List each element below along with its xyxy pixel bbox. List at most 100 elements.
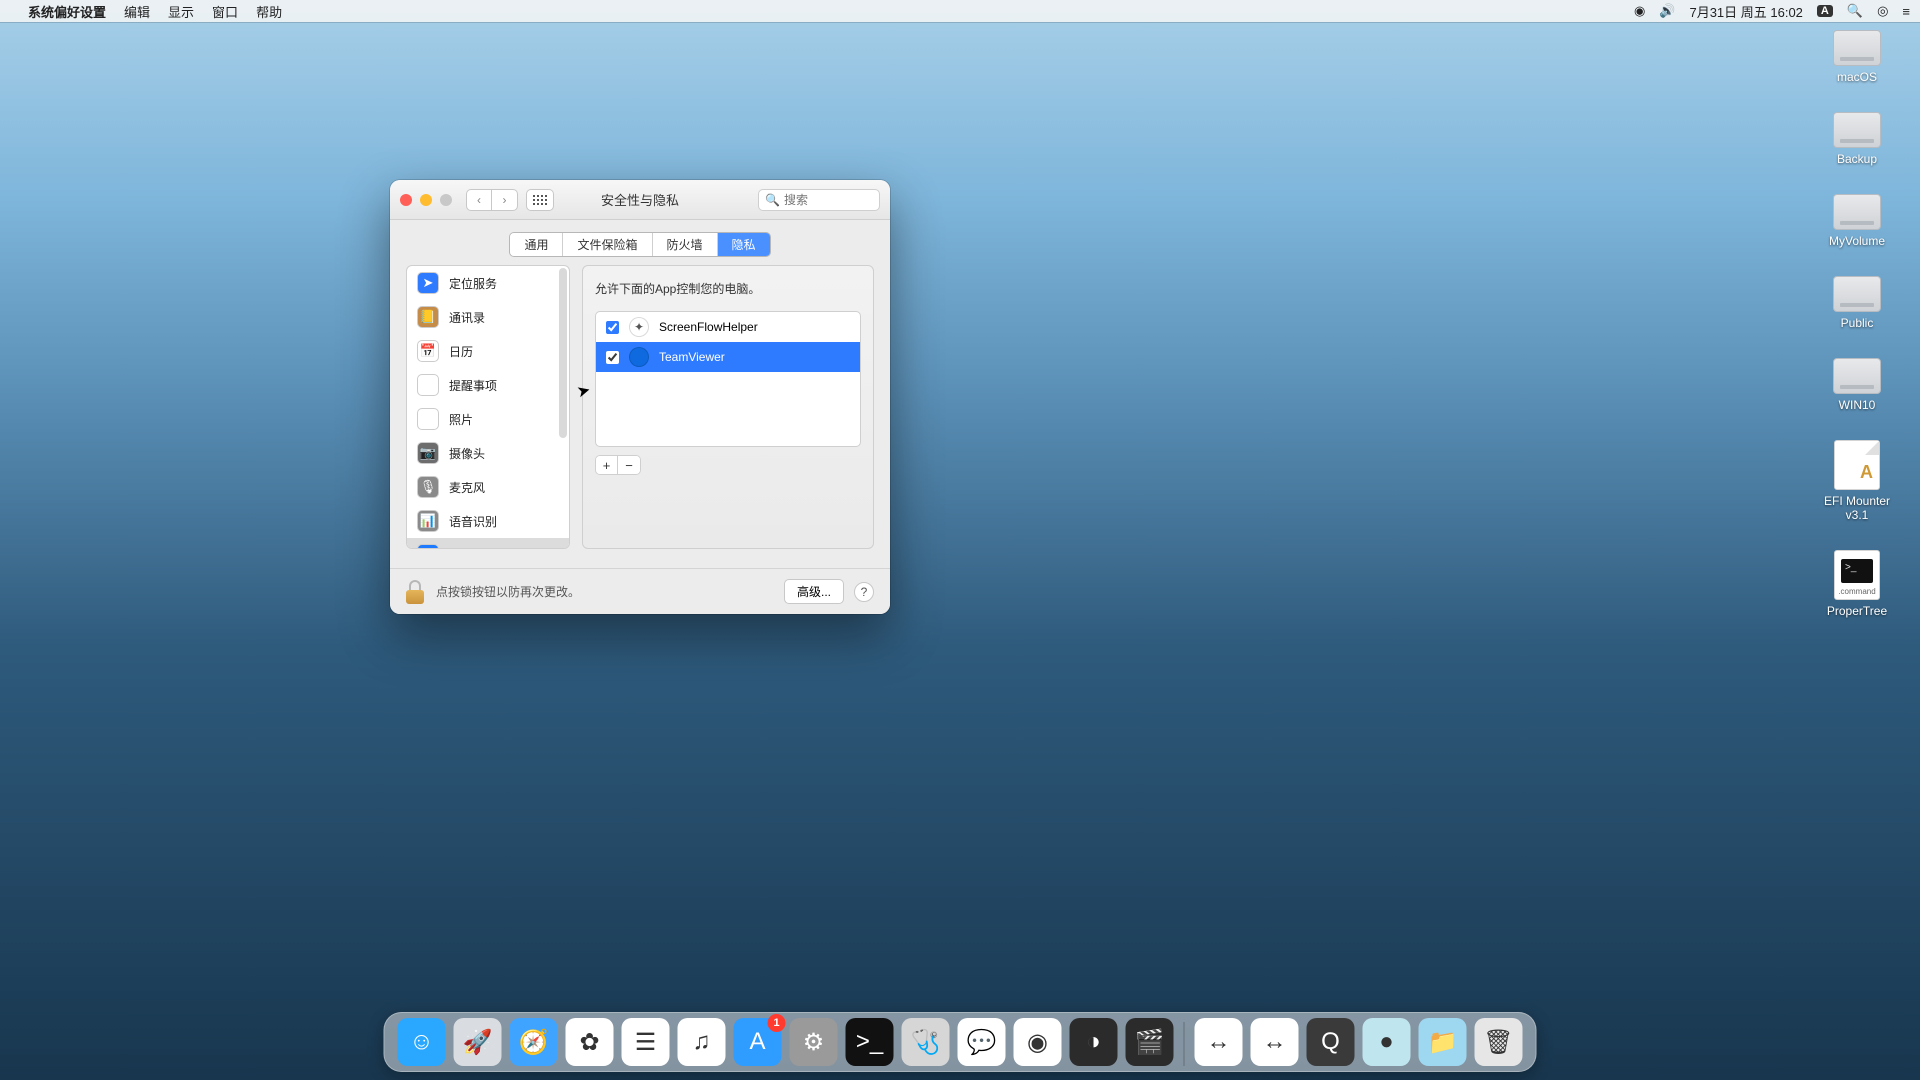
help-button[interactable]: ? [854,582,874,602]
dock-finder[interactable]: ☺ [398,1018,446,1066]
desktop-drive[interactable]: Backup [1812,112,1902,166]
desktop-drive[interactable]: MyVolume [1812,194,1902,248]
category-label: 麦克风 [449,479,485,496]
category-item[interactable]: ◉ 辅助功能 [407,538,569,549]
command-file-icon: .command [1834,550,1880,600]
category-icon: 🎙 [417,476,439,498]
drive-icon [1833,194,1881,230]
zoom-button[interactable] [440,194,452,206]
desktop-app[interactable]: AEFI Mounter v3.1 [1812,440,1902,522]
desktop-command[interactable]: .commandProperTree [1812,550,1902,618]
tabs: 通用 文件保险箱 防火墙 隐私 [390,220,890,265]
category-label: 通讯录 [449,309,485,326]
dock-safari[interactable]: 🧭 [510,1018,558,1066]
category-icon: ✿ [417,408,439,430]
menu-app[interactable]: 系统偏好设置 [28,2,106,21]
dock-teamviewer-full[interactable]: ↔ [1195,1018,1243,1066]
category-icon: 📅 [417,340,439,362]
advanced-button[interactable]: 高级... [784,579,844,604]
dock-music[interactable]: ♫ [678,1018,726,1066]
notification-center-icon[interactable]: ≡ [1902,4,1910,19]
category-item[interactable]: 📊语音识别 [407,504,569,538]
dock-quicktime[interactable]: Q [1307,1018,1355,1066]
menu-item-window[interactable]: 窗口 [212,2,238,21]
app-checkbox[interactable] [606,321,619,334]
accessibility-app-list[interactable]: ✦ ScreenFlowHelper ↔ TeamViewer [595,311,861,447]
dock-launchpad[interactable]: 🚀 [454,1018,502,1066]
dock-davinci[interactable]: ◑ [1070,1018,1118,1066]
category-item[interactable]: ✿照片 [407,402,569,436]
category-item[interactable]: 📅 日历 [407,334,569,368]
privacy-detail-pane: 允许下面的App控制您的电脑。 ✦ ScreenFlowHelper ↔ Tea… [582,265,874,549]
dock-trash[interactable]: 🗑 [1475,1018,1523,1066]
datetime[interactable]: 7月31日 周五 16:02 [1689,2,1802,21]
search-field[interactable]: 🔍 [758,189,880,211]
input-source-icon[interactable]: A [1817,5,1833,17]
tab-general[interactable]: 通用 [510,233,563,256]
accessibility-caption: 允许下面的App控制您的电脑。 [595,280,861,297]
spotlight-icon[interactable]: 🔍 [1847,3,1863,19]
minimize-button[interactable] [420,194,432,206]
screen-record-icon[interactable]: ◉ [1634,3,1645,19]
titlebar: ‹ › 安全性与隐私 🔍 [390,180,890,220]
desktop-drive[interactable]: macOS [1812,30,1902,84]
category-item[interactable]: ☰提醒事项 [407,368,569,402]
app-checkbox[interactable] [606,351,619,364]
dock-chrome[interactable]: ◉ [1014,1018,1062,1066]
tab-filevault[interactable]: 文件保险箱 [563,233,652,256]
category-icon: ☰ [417,374,439,396]
dock-system-preferences[interactable]: ⚙ [790,1018,838,1066]
dock: ☺🚀🧭✿☰♫A1⚙>_🩺💬◉◑🎬↔↔Q●📁🗑 [384,1012,1537,1072]
menu-item-help[interactable]: 帮助 [256,2,282,21]
menu-item-edit[interactable]: 编辑 [124,2,150,21]
dock-teamviewer-host[interactable]: ↔ [1251,1018,1299,1066]
category-item[interactable]: 📷 摄像头 [407,436,569,470]
category-icon: ◉ [417,544,439,549]
category-icon: 📷 [417,442,439,464]
tab-firewall[interactable]: 防火墙 [653,233,718,256]
dock-appstore[interactable]: A1 [734,1018,782,1066]
close-button[interactable] [400,194,412,206]
siri-icon[interactable]: ◎ [1877,3,1888,19]
app-row[interactable]: ↔ TeamViewer [596,342,860,372]
dock-fcp[interactable]: 🎬 [1126,1018,1174,1066]
show-all-button[interactable] [526,189,554,211]
desktop-drive[interactable]: Public [1812,276,1902,330]
volume-icon[interactable]: 🔊 [1659,3,1675,19]
search-icon: 🔍 [765,193,780,207]
app-file-icon: A [1834,440,1880,490]
dock-terminal[interactable]: >_ [846,1018,894,1066]
scrollbar[interactable] [559,268,567,438]
category-item[interactable]: 📒 通讯录 [407,300,569,334]
dock-disk-utility[interactable]: 🩺 [902,1018,950,1066]
privacy-category-list[interactable]: ➤定位服务 📒 通讯录 📅 日历 ☰提醒事项✿照片 📷 摄像头 🎙 麦克风 📊语音识别 ◉ 辅助功能 [406,265,570,549]
desktop-drive[interactable]: WIN10 [1812,358,1902,412]
category-label: 摄像头 [449,445,485,462]
add-app-button[interactable]: + [596,456,618,474]
forward-button[interactable]: › [492,189,518,211]
dock-reminders[interactable]: ☰ [622,1018,670,1066]
drive-icon [1833,358,1881,394]
dock-separator [1184,1022,1185,1066]
category-item[interactable]: 🎙 麦克风 [407,470,569,504]
dock-downloads[interactable]: 📁 [1419,1018,1467,1066]
menu-item-view[interactable]: 显示 [168,2,194,21]
drive-icon [1833,30,1881,66]
back-button[interactable]: ‹ [466,189,492,211]
dock-unknown-app[interactable]: ● [1363,1018,1411,1066]
category-item[interactable]: ➤定位服务 [407,266,569,300]
app-name: ScreenFlowHelper [659,320,758,334]
category-label: 日历 [449,343,473,360]
dock-wechat[interactable]: 💬 [958,1018,1006,1066]
lock-icon[interactable] [406,580,426,604]
remove-app-button[interactable]: − [618,456,640,474]
tab-privacy[interactable]: 隐私 [718,233,770,256]
category-icon: 📒 [417,306,439,328]
search-input[interactable] [784,193,890,207]
dock-photos[interactable]: ✿ [566,1018,614,1066]
app-row[interactable]: ✦ ScreenFlowHelper [596,312,860,342]
category-label: 辅助功能 [449,547,497,550]
menubar: 系统偏好设置 编辑 显示 窗口 帮助 ◉ 🔊 7月31日 周五 16:02 A … [0,0,1920,22]
app-name: TeamViewer [659,350,725,364]
lock-hint: 点按锁按钮以防再次更改。 [436,583,774,600]
